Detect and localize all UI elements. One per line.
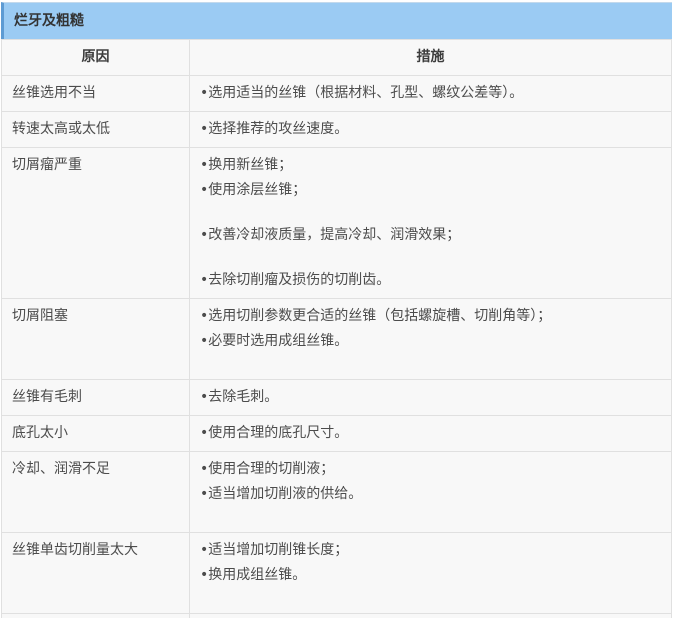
table-row: 转速太高或太低 •选择推荐的攻丝速度。: [2, 112, 672, 148]
table-row-partial: [2, 614, 672, 618]
measure-cell: •选用切削参数更合适的丝锥（包括螺旋槽、切削角等）；•必要时选用成组丝锥。: [190, 299, 672, 380]
measure-line-spacer: [200, 248, 661, 268]
measure-line: •适当增加切削锥长度；: [200, 538, 661, 563]
measure-line: •选用切削参数更合适的丝锥（包括螺旋槽、切削角等）；: [200, 304, 661, 329]
measure-line: •换用新丝锥；: [200, 153, 661, 178]
measure-line: •去除毛刺。: [200, 385, 661, 410]
measure-line-spacer: [200, 588, 661, 608]
column-header-cause: 原因: [2, 40, 190, 76]
measure-line: •使用涂层丝锥；: [200, 178, 661, 203]
table-body: 丝锥选用不当 •选用适当的丝锥（根据材料、孔型、螺纹公差等）。转速太高或太低 •选择…: [2, 76, 672, 614]
table-row: 切屑阻塞•选用切削参数更合适的丝锥（包括螺旋槽、切削角等）；•必要时选用成组丝锥…: [2, 299, 672, 380]
measure-line-spacer: [200, 203, 661, 223]
table-row: 丝锥单齿切削量太大•适当增加切削锥长度；•换用成组丝锥。: [2, 533, 672, 614]
measure-line: •选用适当的丝锥（根据材料、孔型、螺纹公差等）。: [200, 81, 661, 106]
table-row: 丝锥选用不当 •选用适当的丝锥（根据材料、孔型、螺纹公差等）。: [2, 76, 672, 112]
measure-line: •改善冷却液质量，提高冷却、润滑效果；: [200, 223, 661, 248]
cause-cell: 转速太高或太低: [2, 112, 190, 148]
measure-line: •选择推荐的攻丝速度。: [200, 117, 661, 142]
cause-cell: 丝锥选用不当: [2, 76, 190, 112]
table-header-row: 原因 措施: [2, 40, 672, 76]
measure-cell: •适当增加切削锥长度；•换用成组丝锥。: [190, 533, 672, 614]
measure-line: •使用合理的底孔尺寸。: [200, 421, 661, 446]
cause-cell-empty: [2, 614, 190, 618]
table-row: 底孔太小 •使用合理的底孔尺寸。: [2, 416, 672, 452]
measure-line-spacer: [200, 507, 661, 527]
cause-cell: 切屑阻塞: [2, 299, 190, 380]
cause-cell: 丝锥有毛刺: [2, 380, 190, 416]
measure-cell: •选择推荐的攻丝速度。: [190, 112, 672, 148]
cause-cell: 底孔太小: [2, 416, 190, 452]
section-title-bar: 烂牙及粗糙: [1, 2, 672, 39]
fault-table: 原因 措施 丝锥选用不当•选用适当的丝锥（根据材料、孔型、螺纹公差等）。转速太高…: [1, 39, 672, 618]
measure-line: •去除切削瘤及损伤的切削齿。: [200, 268, 661, 293]
table-row: 切屑瘤严重•换用新丝锥；•使用涂层丝锥；•改善冷却液质量，提高冷却、润滑效果；•…: [2, 148, 672, 299]
measure-cell: •使用合理的底孔尺寸。: [190, 416, 672, 452]
cause-cell: 冷却、润滑不足: [2, 452, 190, 533]
measure-line: •换用成组丝锥。: [200, 563, 661, 588]
measure-line: •必要时选用成组丝锥。: [200, 329, 661, 354]
cause-cell: 切屑瘤严重: [2, 148, 190, 299]
table-row: 丝锥有毛刺 •去除毛刺。: [2, 380, 672, 416]
cause-cell: 丝锥单齿切削量太大: [2, 533, 190, 614]
measure-line: •适当增加切削液的供给。: [200, 482, 661, 507]
measure-cell: •去除毛刺。: [190, 380, 672, 416]
section-title: 烂牙及粗糙: [14, 13, 84, 29]
column-header-measure: 措施: [190, 40, 672, 76]
measure-cell: •换用新丝锥；•使用涂层丝锥； •改善冷却液质量，提高冷却、润滑效果； •去除切削瘤…: [190, 148, 672, 299]
page: 烂牙及粗糙 原因 措施 丝锥选用不当 •选用适当的丝锥（根据材料、孔型、螺纹公差等…: [1, 2, 672, 618]
measure-cell-empty: [190, 614, 672, 618]
measure-line: •使用合理的切削液；: [200, 457, 661, 482]
measure-cell: •选用适当的丝锥（根据材料、孔型、螺纹公差等）。: [190, 76, 672, 112]
measure-cell: •使用合理的切削液；•适当增加切削液的供给。: [190, 452, 672, 533]
table-row: 冷却、润滑不足•使用合理的切削液；•适当增加切削液的供给。: [2, 452, 672, 533]
measure-line-spacer: [200, 354, 661, 374]
